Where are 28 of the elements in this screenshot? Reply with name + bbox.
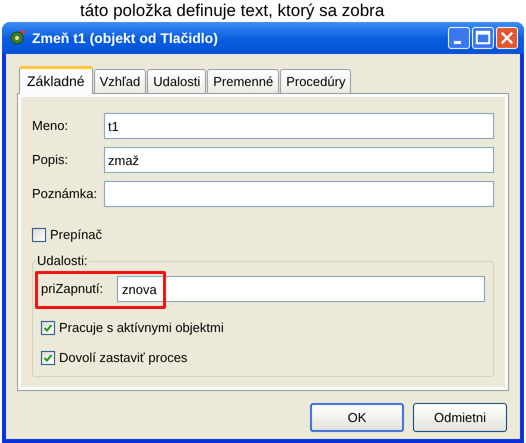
- gear-icon: [8, 29, 26, 47]
- dialog-button[interactable]: Odmietni: [413, 403, 507, 432]
- field-label: Meno:: [32, 117, 70, 136]
- window-title: Zmeň t1 (objekt od Tlačidlo): [32, 28, 219, 48]
- field-label: priZapnutí:: [41, 280, 104, 298]
- checkbox-label: Dovolí zastaviť proces: [59, 349, 188, 368]
- minimize-button[interactable]: [448, 27, 470, 49]
- text-field[interactable]: zmaž: [104, 147, 494, 173]
- caption-text: táto položka definuje text, ktorý sa zobra: [79, 0, 386, 22]
- tab[interactable]: Procedúry: [280, 69, 352, 93]
- checkbox-label: Prepínač: [50, 226, 102, 244]
- minimize-icon: [454, 41, 460, 44]
- field-label: Poznámka:: [32, 185, 98, 204]
- checkbox[interactable]: [41, 351, 55, 365]
- text-field[interactable]: t1: [104, 113, 494, 139]
- maximize-button[interactable]: [472, 27, 494, 49]
- tab[interactable]: Udalosti: [147, 69, 206, 93]
- checkbox[interactable]: [32, 228, 46, 242]
- text-field[interactable]: znova: [117, 276, 485, 302]
- dialog-button[interactable]: OK: [310, 403, 404, 432]
- tab[interactable]: Premenné: [207, 69, 280, 93]
- close-button[interactable]: [496, 27, 518, 49]
- text-field[interactable]: [104, 181, 494, 207]
- checkbox-label: Pracuje s aktívnymi objektmi: [59, 319, 224, 338]
- checkbox[interactable]: [41, 321, 55, 335]
- tab[interactable]: Základné: [19, 66, 93, 94]
- tab[interactable]: Vzhľad: [94, 69, 146, 93]
- field-label: Popis:: [32, 151, 70, 170]
